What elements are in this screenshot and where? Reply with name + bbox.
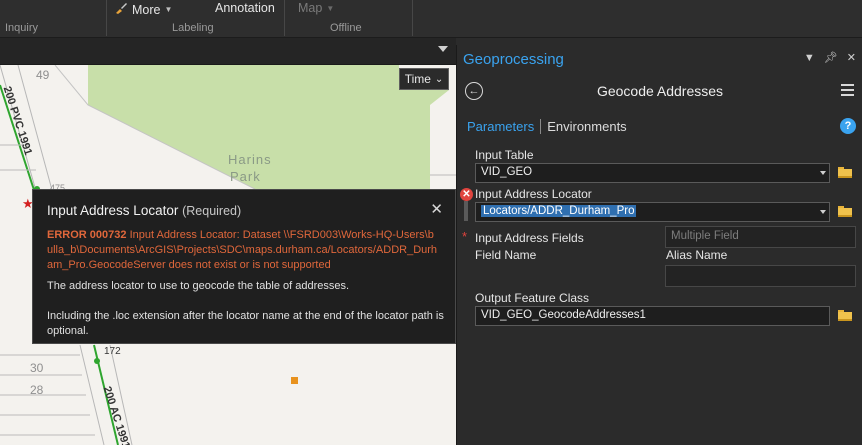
output-value: VID_GEO_GeocodeAddresses1 bbox=[481, 309, 646, 321]
folder-icon[interactable] bbox=[838, 310, 852, 321]
error-code: ERROR 000732 bbox=[47, 229, 127, 241]
folder-icon[interactable] bbox=[838, 167, 852, 178]
input-table-label: Input Table bbox=[475, 148, 534, 162]
output-field[interactable]: VID_GEO_GeocodeAddresses1 bbox=[475, 306, 830, 326]
map-offline-button[interactable]: Map ▼ bbox=[298, 1, 334, 15]
chevron-down-icon: ⌄ bbox=[434, 73, 444, 85]
input-locator-label: Input Address Locator bbox=[475, 187, 592, 201]
tooltip-required: (Required) bbox=[182, 204, 242, 218]
close-icon[interactable]: ✕ bbox=[847, 51, 856, 64]
folder-icon[interactable] bbox=[838, 206, 852, 217]
input-locator-field[interactable]: Locators/ADDR_Durham_Pro bbox=[475, 202, 830, 222]
alias-name-header: Alias Name bbox=[666, 248, 728, 262]
pane-controls: ▼ 📌︎ ✕ bbox=[804, 51, 856, 65]
tooltip-error: ERROR 000732 Input Address Locator: Data… bbox=[47, 228, 439, 273]
ribbon: More ▼ Annotation Map ▼ Inquiry Labeling… bbox=[0, 0, 862, 38]
group-inquiry: Inquiry bbox=[5, 22, 39, 34]
required-icon: * bbox=[462, 229, 468, 244]
tool-title: Geocode Addresses bbox=[596, 83, 724, 99]
menu-icon[interactable] bbox=[841, 84, 854, 99]
geoprocessing-pane: Geoprocessing ▼ 📌︎ ✕ ← Geocode Addresses… bbox=[456, 45, 862, 445]
multiple-field-placeholder: Multiple Field bbox=[671, 230, 739, 242]
pane-title: Geoprocessing bbox=[463, 51, 564, 68]
more-button[interactable]: More ▼ bbox=[114, 1, 172, 18]
tab-divider bbox=[540, 119, 542, 134]
park-area bbox=[88, 65, 449, 189]
tooltip-note: Including the .loc extension after the l… bbox=[47, 310, 444, 337]
close-icon[interactable]: ✕ bbox=[430, 200, 443, 218]
more-label: More bbox=[132, 2, 161, 17]
input-table-field[interactable]: VID_GEO bbox=[475, 163, 830, 183]
parcel-number: 49 bbox=[36, 68, 50, 82]
help-icon[interactable]: ? bbox=[840, 118, 856, 134]
tooltip-description: The address locator to use to geocode th… bbox=[47, 280, 350, 292]
map-label: Map bbox=[298, 1, 323, 15]
tab-parameters[interactable]: Parameters bbox=[467, 119, 534, 134]
chevron-down-icon[interactable] bbox=[820, 171, 826, 175]
parameter-tooltip: Input Address Locator (Required) ✕ ERROR… bbox=[32, 189, 456, 344]
road-node bbox=[94, 358, 100, 364]
point-feature[interactable] bbox=[291, 377, 298, 384]
input-locator-value: Locators/ADDR_Durham_Pro bbox=[481, 205, 637, 217]
ribbon-divider bbox=[284, 0, 285, 36]
park-label: Park bbox=[230, 169, 261, 184]
multiple-field-dropdown[interactable]: Multiple Field bbox=[665, 226, 856, 248]
pin-icon[interactable]: 📌︎ bbox=[824, 51, 838, 64]
alias-name-input[interactable] bbox=[665, 265, 856, 287]
chevron-down-icon: ▼ bbox=[164, 5, 173, 14]
ribbon-divider bbox=[412, 0, 413, 36]
parcel-number: 28 bbox=[30, 383, 44, 397]
tooltip-title-text: Input Address Locator bbox=[47, 203, 179, 218]
tab-environments[interactable]: Environments bbox=[547, 119, 626, 134]
view-tab-strip bbox=[0, 38, 456, 65]
time-label: Time bbox=[404, 72, 431, 86]
parcel-number: 30 bbox=[30, 361, 44, 375]
time-button[interactable]: Time ⌄ bbox=[399, 68, 449, 90]
group-labeling: Labeling bbox=[172, 22, 214, 34]
tab-list-dropdown[interactable] bbox=[438, 46, 448, 52]
chevron-down-icon[interactable] bbox=[820, 210, 826, 214]
field-name-header: Field Name bbox=[475, 248, 537, 262]
chevron-down-icon: ▼ bbox=[326, 3, 335, 13]
parcel-number: 172 bbox=[104, 346, 121, 357]
chevron-down-icon[interactable]: ▼ bbox=[804, 52, 815, 64]
ribbon-divider bbox=[106, 0, 107, 36]
tab-bar: Parameters Environments bbox=[467, 119, 627, 134]
group-offline: Offline bbox=[330, 22, 362, 34]
park-label: Harins bbox=[228, 152, 272, 167]
brush-icon bbox=[114, 1, 128, 18]
input-table-value: VID_GEO bbox=[481, 166, 533, 178]
annotation-button[interactable]: Annotation bbox=[215, 1, 275, 15]
annotation-label: Annotation bbox=[215, 1, 275, 15]
error-icon[interactable]: ✕ bbox=[460, 188, 473, 201]
output-label: Output Feature Class bbox=[475, 291, 590, 305]
address-fields-label: Input Address Fields bbox=[475, 231, 584, 245]
resize-handle[interactable] bbox=[464, 201, 468, 221]
app-window: More ▼ Annotation Map ▼ Inquiry Labeling… bbox=[0, 0, 862, 445]
tooltip-title: Input Address Locator (Required) bbox=[47, 203, 441, 218]
